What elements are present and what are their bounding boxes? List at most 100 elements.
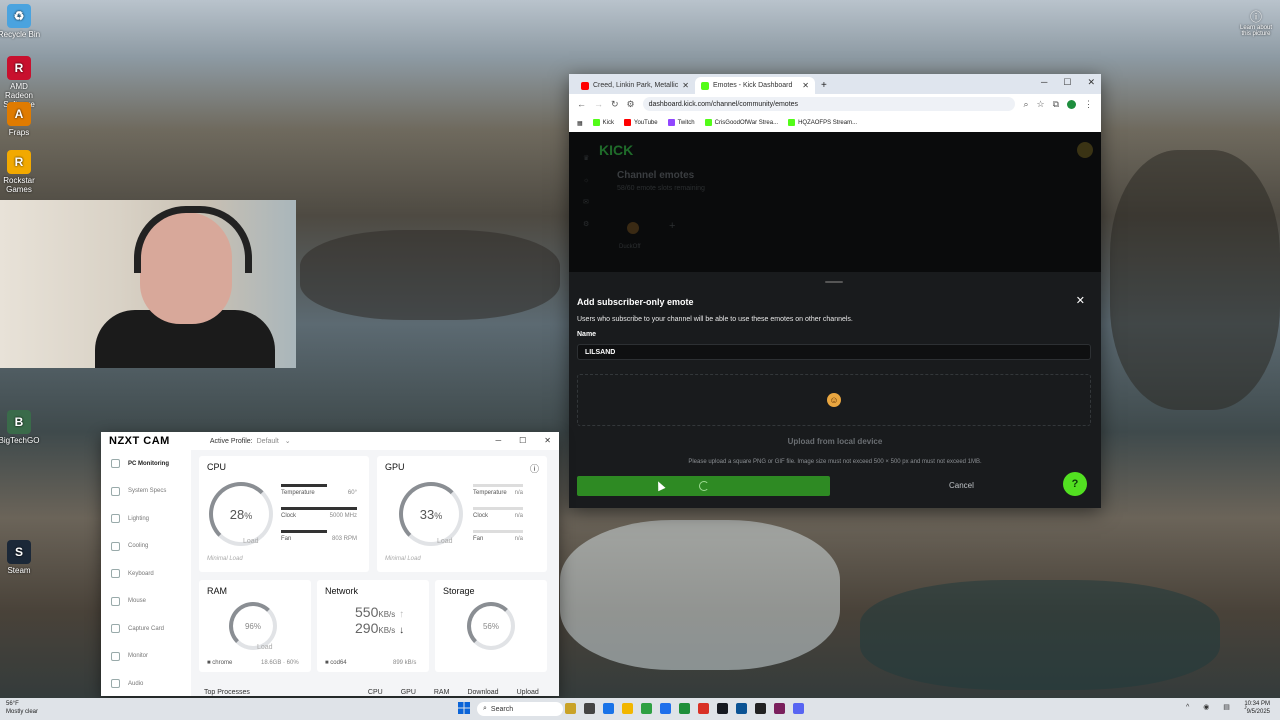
- menu-icon[interactable]: ⋮: [1084, 99, 1093, 110]
- nav-item[interactable]: Monitor: [101, 643, 191, 671]
- back-icon[interactable]: ←: [577, 99, 586, 109]
- nav-item[interactable]: Keyboard: [101, 560, 191, 588]
- widgets-icon[interactable]: [565, 703, 576, 714]
- close-window-button[interactable]: ✕: [1087, 77, 1095, 88]
- bookmark-stream-1[interactable]: CrisGoodOfWar Strea...: [704, 119, 778, 127]
- emote-name-input[interactable]: LILSAND: [577, 344, 1091, 360]
- reload-icon[interactable]: ↻: [611, 99, 619, 110]
- url-field[interactable]: dashboard.kick.com/channel/community/emo…: [642, 97, 1016, 111]
- desktop-icon[interactable]: R Rockstar Games: [0, 150, 42, 194]
- profile-avatar[interactable]: [1067, 99, 1076, 109]
- maximize-button[interactable]: ☐: [1063, 77, 1071, 88]
- close-tab-icon[interactable]: ✕: [682, 81, 689, 90]
- nav-item[interactable]: Audio: [101, 670, 191, 698]
- add-emote-icon[interactable]: +: [669, 220, 675, 232]
- nzxt-icon[interactable]: [774, 703, 785, 714]
- submit-button[interactable]: [577, 476, 830, 496]
- landscape-cliff: [1110, 150, 1280, 410]
- forward-icon[interactable]: →: [594, 99, 603, 109]
- upload-arrow-icon: ↑: [399, 609, 405, 620]
- obs-icon[interactable]: [755, 703, 766, 714]
- learn-about-picture[interactable]: ⓘ Learn about this picture: [1236, 8, 1276, 37]
- bookmark-stream-2[interactable]: HQZAOFPS Stream...: [788, 119, 857, 127]
- zoom-icon[interactable]: ⌕: [1023, 99, 1028, 110]
- extensions-icon[interactable]: ⧉: [1053, 99, 1059, 110]
- minimize-button[interactable]: ─: [495, 436, 501, 445]
- info-icon: ⓘ: [1249, 10, 1262, 24]
- edge-icon[interactable]: [660, 703, 671, 714]
- app-icon: A: [7, 102, 31, 126]
- loading-spinner-icon: [698, 481, 709, 491]
- bookmark-star-icon[interactable]: ☆: [1036, 99, 1044, 110]
- site-info-icon[interactable]: ⚙: [627, 99, 635, 110]
- modal-description: Users who subscribe to your channel will…: [577, 316, 853, 323]
- maximize-button[interactable]: ☐: [519, 436, 526, 445]
- account-avatar[interactable]: [1077, 142, 1093, 158]
- trophy-icon[interactable]: ♛: [583, 148, 589, 170]
- info-icon[interactable]: ⓘ: [530, 462, 539, 475]
- tab-kick-emotes[interactable]: Emotes - Kick Dashboard ✕: [695, 77, 815, 94]
- existing-emote-icon[interactable]: [627, 222, 639, 234]
- terminal-icon[interactable]: [736, 703, 747, 714]
- gpu-stats: Temperature n/a Clock n/a Fan n/a: [473, 484, 523, 553]
- nav-item[interactable]: System Specs: [101, 478, 191, 506]
- gear-icon[interactable]: ☼: [583, 170, 589, 192]
- nav-item[interactable]: PC Monitoring: [101, 450, 191, 478]
- store-icon[interactable]: [641, 703, 652, 714]
- sort-gpu[interactable]: GPU: [401, 689, 416, 696]
- sort-download[interactable]: Download: [467, 689, 498, 696]
- youtube-icon: [624, 119, 632, 127]
- bookmark-twitch[interactable]: Twitch: [667, 119, 695, 127]
- apps-icon[interactable]: ▦: [577, 120, 583, 127]
- bookmark-kick[interactable]: Kick: [592, 119, 614, 127]
- settings-icon[interactable]: ⚙: [583, 214, 589, 236]
- emote-preview-icon: ☺: [827, 393, 841, 407]
- steam-icon[interactable]: [717, 703, 728, 714]
- windows-start-icon[interactable]: [458, 702, 470, 714]
- close-window-button[interactable]: ✕: [544, 436, 551, 445]
- upload-hint: Please upload a square PNG or GIF file. …: [688, 459, 982, 465]
- desktop-icon[interactable]: ♻ Recycle Bin: [0, 4, 42, 39]
- minimize-button[interactable]: ─: [1041, 77, 1047, 88]
- bookmark-youtube[interactable]: YouTube: [624, 119, 658, 127]
- sort-cpu[interactable]: CPU: [368, 689, 383, 696]
- support-chat-icon[interactable]: ?: [1063, 472, 1087, 496]
- sort-upload[interactable]: Upload: [517, 689, 539, 696]
- nav-item[interactable]: Cooling: [101, 533, 191, 561]
- chrome-icon[interactable]: [603, 703, 614, 714]
- excel-icon[interactable]: [679, 703, 690, 714]
- nzxt-window-controls: ─ ☐ ✕: [495, 436, 551, 445]
- discord-icon[interactable]: [793, 703, 804, 714]
- nav-item[interactable]: Mouse: [101, 588, 191, 616]
- clock[interactable]: 10:34 PM 9/5/2025: [1244, 700, 1270, 716]
- emote-dropzone[interactable]: ☺: [577, 374, 1091, 426]
- desktop-icon[interactable]: S Steam: [0, 540, 42, 575]
- system-tray[interactable]: ^ ◉ ▤ ♪: [1186, 703, 1253, 711]
- close-tab-icon[interactable]: ✕: [802, 81, 809, 90]
- recorder-icon[interactable]: [698, 703, 709, 714]
- chat-icon[interactable]: ✉: [583, 192, 589, 214]
- taskbar-search[interactable]: ⌕ Search: [477, 702, 563, 716]
- nav-item[interactable]: Lighting: [101, 505, 191, 533]
- desktop-icon[interactable]: B BigTechGO: [0, 410, 42, 445]
- nzxt-cam-window: NZXT CAM Active Profile: Default ⌄ ─ ☐ ✕ …: [101, 432, 559, 696]
- close-icon[interactable]: ✕: [1076, 294, 1085, 307]
- sort-ram[interactable]: RAM: [434, 689, 450, 696]
- weather-widget[interactable]: 56°F Mostly clear: [6, 700, 38, 716]
- upload-from-device-link[interactable]: Upload from local device: [569, 437, 1101, 446]
- landscape-water: [560, 520, 840, 670]
- desktop-icon[interactable]: A Fraps: [0, 102, 42, 137]
- landscape-rock: [300, 230, 560, 320]
- webcam-overlay: [0, 200, 296, 368]
- landscape-river: [860, 580, 1220, 690]
- task-view-icon[interactable]: [584, 703, 595, 714]
- tab-youtube[interactable]: Creed, Linkin Park, Metallic ✕: [575, 77, 695, 94]
- drag-handle[interactable]: [825, 281, 843, 283]
- cancel-button[interactable]: Cancel: [949, 481, 974, 490]
- active-profile[interactable]: Active Profile: Default ⌄: [210, 437, 291, 445]
- file-explorer-icon[interactable]: [622, 703, 633, 714]
- youtube-icon: [581, 81, 589, 90]
- new-tab-button[interactable]: +: [821, 80, 827, 91]
- kick-icon: [592, 119, 600, 127]
- nav-item[interactable]: Capture Card: [101, 615, 191, 643]
